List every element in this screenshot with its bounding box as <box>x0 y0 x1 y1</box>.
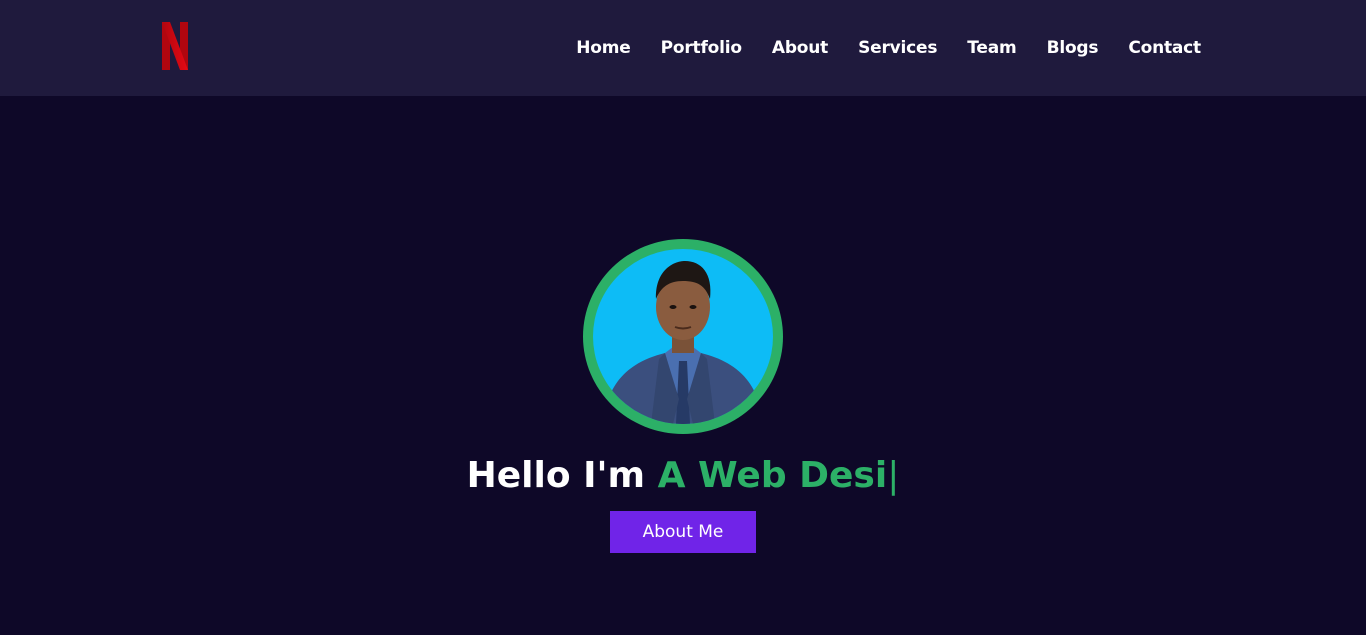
hero-headline: Hello I'm A Web Desi| <box>0 452 1366 500</box>
hero-section: Hello I'm A Web Desi| About Me <box>0 96 1366 635</box>
nav-link-services[interactable]: Services <box>858 38 937 58</box>
nav-link-about[interactable]: About <box>772 38 828 58</box>
nav-link-home[interactable]: Home <box>576 38 631 58</box>
typed-role-text: A Web Desi <box>657 455 888 496</box>
about-me-button[interactable]: About Me <box>610 511 756 553</box>
greeting-text: Hello I'm <box>466 455 658 496</box>
nav-item-contact: Contact <box>1128 38 1201 58</box>
nav-item-home: Home <box>576 38 631 58</box>
nav-link-contact[interactable]: Contact <box>1128 38 1201 58</box>
profile-photo-icon <box>603 261 763 424</box>
netflix-logo-icon[interactable] <box>160 22 190 70</box>
nav-item-team: Team <box>967 38 1016 58</box>
avatar-photo <box>593 249 773 424</box>
nav-item-services: Services <box>858 38 937 58</box>
nav-item-portfolio: Portfolio <box>661 38 742 58</box>
nav-menu: Home Portfolio About Services Team Blogs… <box>576 0 1201 96</box>
avatar <box>583 239 783 434</box>
nav-item-about: About <box>772 38 828 58</box>
typing-cursor: | <box>887 455 900 496</box>
nav-item-blogs: Blogs <box>1047 38 1099 58</box>
nav-link-blogs[interactable]: Blogs <box>1047 38 1099 58</box>
nav-link-portfolio[interactable]: Portfolio <box>661 38 742 58</box>
navbar: Home Portfolio About Services Team Blogs… <box>0 0 1366 96</box>
nav-link-team[interactable]: Team <box>967 38 1016 58</box>
